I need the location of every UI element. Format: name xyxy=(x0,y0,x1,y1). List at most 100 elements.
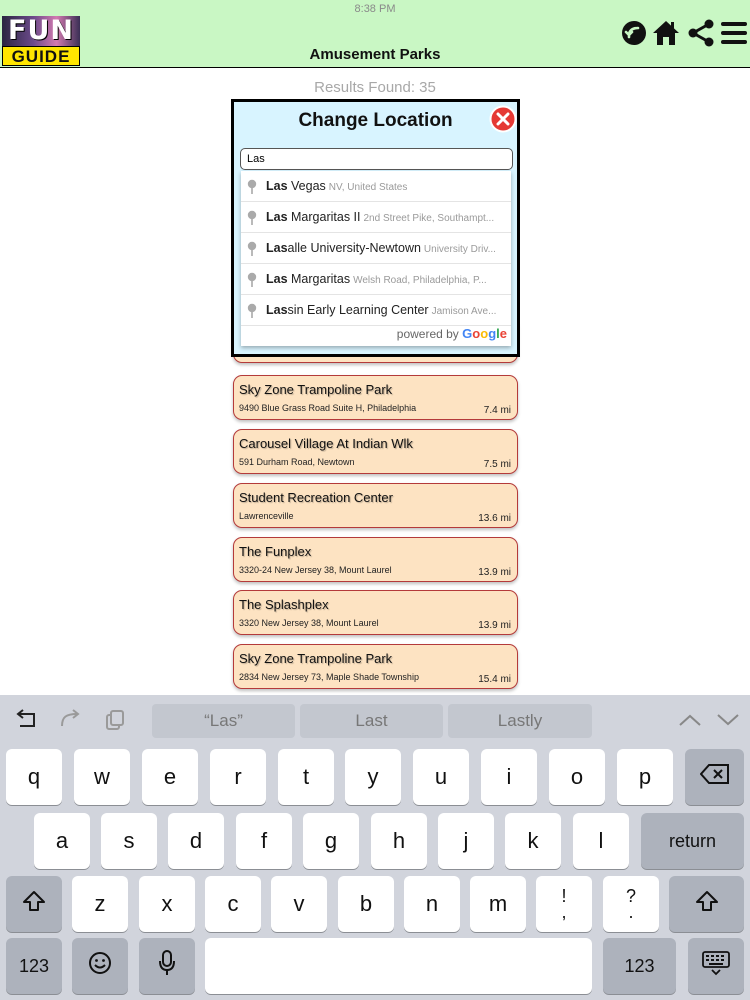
key-l[interactable]: l xyxy=(573,813,629,869)
suggestion-item[interactable]: Las Margaritas II 2nd Street Pike, Southa… xyxy=(241,202,511,233)
shift-key-right[interactable] xyxy=(669,876,744,932)
suggestion-subtitle: Jamison Ave... xyxy=(431,306,497,317)
list-item[interactable]: Student Recreation Center Lawrenceville … xyxy=(233,483,518,528)
prediction-suggestion[interactable]: “Las” xyxy=(152,704,295,738)
key-d[interactable]: d xyxy=(168,813,224,869)
key-question-period[interactable]: ? . xyxy=(603,876,659,932)
prediction-suggestion[interactable]: Last xyxy=(300,704,443,738)
home-icon[interactable] xyxy=(650,18,682,48)
key-a[interactable]: a xyxy=(34,813,90,869)
key-g[interactable]: g xyxy=(303,813,359,869)
suggestion-subtitle: NV, United States xyxy=(328,182,408,193)
google-letter: e xyxy=(499,326,507,341)
place-name: The Funplex xyxy=(239,544,312,559)
google-letter: g xyxy=(488,326,497,341)
google-wordmark: Google xyxy=(462,326,507,341)
delete-key[interactable] xyxy=(685,749,744,805)
space-bar[interactable] xyxy=(205,938,592,994)
map-pin-icon xyxy=(247,210,257,230)
autocomplete-list: Las Vegas NV, United States Las Margarita… xyxy=(241,171,511,346)
suggestion-item[interactable]: Las Vegas NV, United States xyxy=(241,171,511,202)
key-x[interactable]: x xyxy=(139,876,195,932)
menu-icon[interactable] xyxy=(719,18,749,48)
prediction-suggestion[interactable]: Lastly xyxy=(448,704,592,738)
suggestion-name: alle University-Newtown xyxy=(287,241,421,255)
logo-top-text: FUN xyxy=(2,16,80,46)
key-m[interactable]: m xyxy=(470,876,526,932)
suggestion-item[interactable]: Lassin Early Learning Center Jamison Ave.… xyxy=(241,295,511,326)
key-i[interactable]: i xyxy=(481,749,537,805)
key-s[interactable]: s xyxy=(101,813,157,869)
chevron-down-icon[interactable] xyxy=(716,713,740,732)
place-address: Lawrenceville xyxy=(239,511,294,521)
shift-key-left[interactable] xyxy=(6,876,62,932)
key-y[interactable]: y xyxy=(345,749,401,805)
dictation-key[interactable] xyxy=(139,938,195,994)
key-c[interactable]: c xyxy=(205,876,261,932)
suggestion-name: Margaritas xyxy=(287,272,351,286)
place-name: The Splashplex xyxy=(239,597,329,612)
suggestion-item[interactable]: Lasalle University-Newtown University Dri… xyxy=(241,233,511,264)
key-v[interactable]: v xyxy=(271,876,327,932)
status-time: 8:38 PM xyxy=(354,3,396,15)
emoji-key[interactable] xyxy=(72,938,128,994)
key-h[interactable]: h xyxy=(371,813,427,869)
key-q[interactable]: q xyxy=(6,749,62,805)
suggestion-name: sin Early Learning Center xyxy=(287,303,429,317)
key-t[interactable]: t xyxy=(278,749,334,805)
undo-icon[interactable] xyxy=(14,709,38,736)
key-f[interactable]: f xyxy=(236,813,292,869)
share-icon[interactable] xyxy=(685,18,717,48)
key-u[interactable]: u xyxy=(413,749,469,805)
location-search-input[interactable] xyxy=(240,148,513,170)
key-r[interactable]: r xyxy=(210,749,266,805)
place-distance: 13.9 mi xyxy=(478,620,511,631)
dialog-title: Change Location xyxy=(298,110,453,131)
place-address: 9490 Blue Grass Road Suite H, Philadelph… xyxy=(239,403,417,413)
place-distance: 13.9 mi xyxy=(478,567,511,578)
back-icon[interactable] xyxy=(620,18,648,48)
place-distance: 7.4 mi xyxy=(483,405,511,416)
place-distance: 15.4 mi xyxy=(478,674,511,685)
emoji-icon xyxy=(88,951,112,981)
suggestion-match: Las xyxy=(266,179,288,193)
backspace-icon xyxy=(699,764,730,790)
list-item[interactable]: The Funplex 3320-24 New Jersey 38, Mount… xyxy=(233,537,518,582)
numbers-key-left[interactable]: 123 xyxy=(6,938,62,994)
key-o[interactable]: o xyxy=(549,749,605,805)
suggestion-subtitle: Welsh Road, Philadelphia, P... xyxy=(353,275,487,286)
suggestion-match: Las xyxy=(266,303,288,317)
chevron-up-icon[interactable] xyxy=(678,713,702,732)
key-exclamation-comma[interactable]: ! , xyxy=(536,876,592,932)
keyboard-shortcut-bar: “Las” Last Lastly xyxy=(0,695,750,745)
numbers-key-right[interactable]: 123 xyxy=(603,938,676,994)
list-item[interactable]: Sky Zone Trampoline Park 2834 New Jersey… xyxy=(233,644,518,689)
place-name: Sky Zone Trampoline Park xyxy=(239,382,393,397)
hide-keyboard-key[interactable] xyxy=(688,938,744,994)
suggestion-match: Las xyxy=(266,210,288,224)
list-item[interactable]: Sky Zone Trampoline Park 9490 Blue Grass… xyxy=(233,375,518,420)
key-k[interactable]: k xyxy=(505,813,561,869)
redo-icon[interactable] xyxy=(58,709,82,736)
place-address: 3320 New Jersey 38, Mount Laurel xyxy=(239,618,379,628)
key-p[interactable]: p xyxy=(617,749,673,805)
paste-icon[interactable] xyxy=(104,709,126,736)
return-key[interactable]: return xyxy=(641,813,744,869)
map-pin-icon xyxy=(247,303,257,323)
key-b[interactable]: b xyxy=(338,876,394,932)
key-j[interactable]: j xyxy=(438,813,494,869)
suggestion-item[interactable]: Las Margaritas Welsh Road, Philadelphia, … xyxy=(241,264,511,295)
suggestion-name: Vegas xyxy=(287,179,326,193)
powered-by-label: powered by xyxy=(396,327,459,341)
list-item[interactable]: The Splashplex 3320 New Jersey 38, Mount… xyxy=(233,590,518,635)
list-item[interactable]: Carousel Village At Indian Wlk 591 Durha… xyxy=(233,429,518,474)
key-w[interactable]: w xyxy=(74,749,130,805)
key-z[interactable]: z xyxy=(72,876,128,932)
suggestion-match: Las xyxy=(266,272,288,286)
key-n[interactable]: n xyxy=(404,876,460,932)
place-address: 2834 New Jersey 73, Maple Shade Township xyxy=(239,672,419,682)
suggestion-subtitle: 2nd Street Pike, Southampt... xyxy=(363,213,495,224)
key-e[interactable]: e xyxy=(142,749,198,805)
map-pin-icon xyxy=(247,179,257,199)
close-icon[interactable] xyxy=(489,105,517,133)
